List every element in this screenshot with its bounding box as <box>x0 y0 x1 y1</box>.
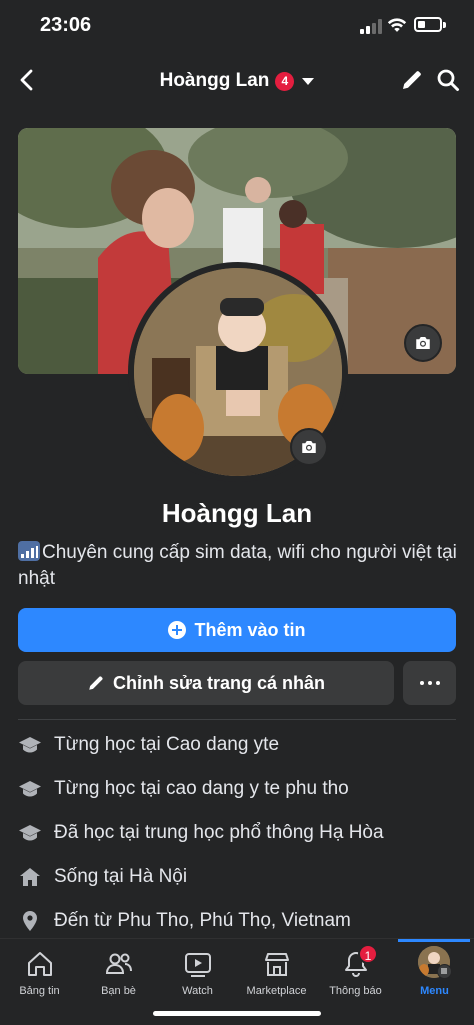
graduation-cap-icon <box>19 737 41 753</box>
home-indicator[interactable] <box>153 1011 321 1016</box>
search-icon[interactable] <box>436 68 460 92</box>
intro-item-education: Từng học tại cao dang y te phu tho <box>18 774 456 804</box>
profile-header: Hoàngg Lan 4 <box>0 56 474 106</box>
graduation-cap-icon <box>19 825 41 841</box>
tab-watch[interactable]: Watch <box>158 939 237 1009</box>
tab-label: Bạn bè <box>101 985 136 997</box>
tab-label: Watch <box>182 985 213 997</box>
header-notification-badge: 4 <box>275 71 295 91</box>
intro-item-text: Từng học tại Cao dang yte <box>54 734 280 755</box>
cellular-signal-icon <box>360 18 382 34</box>
camera-icon <box>416 337 430 349</box>
graduation-cap-icon <box>19 781 41 797</box>
plus-circle-icon <box>168 621 187 639</box>
tab-label: Menu <box>420 985 449 997</box>
cover-camera-button[interactable] <box>404 324 442 362</box>
intro-item-text: Đã học tại trung học phổ thông Hạ Hòa <box>54 822 384 843</box>
watch-icon <box>185 953 211 977</box>
header-title: Hoàngg Lan <box>159 70 270 91</box>
notification-badge: 1 <box>358 944 378 964</box>
battery-tip <box>443 22 446 28</box>
tab-notifications[interactable]: Thông báo <box>316 939 395 1009</box>
more-options-button[interactable] <box>403 661 456 705</box>
status-bar: 23:06 <box>0 0 474 52</box>
edit-profile-button[interactable]: Chỉnh sửa trang cá nhân <box>18 661 394 705</box>
battery-icon <box>414 17 442 32</box>
tab-label: Thông báo <box>329 985 382 997</box>
profile-bio-text: Chuyên cung cấp sim data, wifi cho người… <box>18 542 457 589</box>
home-icon <box>28 952 52 976</box>
add-to-story-button[interactable]: Thêm vào tin <box>18 608 456 652</box>
status-time: 23:06 <box>40 14 92 36</box>
profile-name: Hoàngg Lan <box>161 498 313 528</box>
tab-marketplace[interactable]: Marketplace <box>237 939 316 1009</box>
profile-bio: Chuyên cung cấp sim data, wifi cho người… <box>18 540 458 592</box>
menu-hamburger-icon <box>437 964 452 979</box>
intro-item-text: Từng học tại cao dang y te phu tho <box>54 778 349 799</box>
intro-item-current-city: Sống tại Hà Nội <box>18 862 456 892</box>
ellipsis-icon <box>418 681 442 685</box>
location-pin-icon <box>23 911 37 931</box>
tab-friends[interactable]: Bạn bè <box>79 939 158 1009</box>
section-divider <box>18 719 456 720</box>
profile-picture-camera-button[interactable] <box>290 428 328 466</box>
edit-pencil-icon[interactable] <box>400 68 424 92</box>
edit-profile-label: Chỉnh sửa trang cá nhân <box>112 672 326 693</box>
intro-item-hometown: Đến từ Phu Tho, Phú Thọ, Vietnam <box>18 906 456 936</box>
friends-icon <box>105 953 132 974</box>
tab-label: Marketplace <box>246 985 307 997</box>
tab-news-feed[interactable]: Bảng tin <box>0 939 79 1009</box>
intro-item-education: Từng học tại Cao dang yte <box>18 730 456 760</box>
intro-item-text: Sống tại Hà Nội <box>54 866 188 887</box>
pencil-icon <box>89 676 103 690</box>
chevron-down-icon <box>302 77 315 85</box>
home-icon <box>20 868 40 886</box>
intro-item-education: Đã học tại trung học phổ thông Hạ Hòa <box>18 818 456 848</box>
camera-icon <box>302 441 316 453</box>
signal-bars-emoji-icon <box>18 541 40 561</box>
add-to-story-label: Thêm vào tin <box>194 619 306 640</box>
tab-label: Bảng tin <box>19 985 60 997</box>
wifi-icon <box>387 18 407 32</box>
marketplace-icon <box>265 953 289 976</box>
intro-item-text: Đến từ Phu Tho, Phú Thọ, Vietnam <box>54 910 351 931</box>
